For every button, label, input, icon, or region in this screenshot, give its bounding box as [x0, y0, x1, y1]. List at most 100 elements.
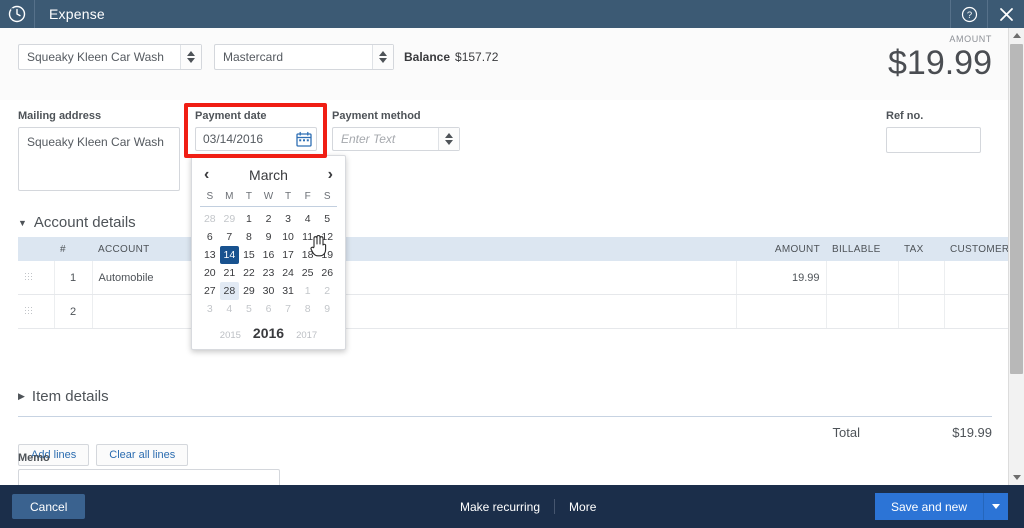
- row-tax-cell[interactable]: [898, 261, 944, 295]
- save-split-button: Save and new: [875, 493, 1008, 520]
- payment-method-group: Payment method Enter Text: [332, 110, 460, 151]
- calendar-day[interactable]: 18: [298, 246, 318, 264]
- vertical-scrollbar[interactable]: [1008, 28, 1024, 485]
- calendar-icon[interactable]: [296, 131, 312, 147]
- calendar-day[interactable]: 8: [239, 228, 259, 246]
- save-dropdown-button[interactable]: [984, 493, 1008, 520]
- payment-method-select-arrows[interactable]: [438, 128, 459, 150]
- row-billable-cell[interactable]: [826, 295, 898, 329]
- date-picker-popup[interactable]: ‹ March › S M T W T F S 2829123456789101…: [191, 155, 346, 350]
- calendar-day[interactable]: 2: [259, 210, 279, 228]
- dow-tue: T: [239, 188, 259, 206]
- year-prev-button[interactable]: 2015: [220, 330, 241, 341]
- date-picker-year-row: 2015 2016 2017: [192, 325, 345, 343]
- bank-account-select[interactable]: Mastercard: [214, 44, 394, 70]
- calendar-day[interactable]: 29: [220, 210, 240, 228]
- next-month-button[interactable]: ›: [328, 167, 333, 183]
- calendar-day[interactable]: 3: [278, 210, 298, 228]
- save-and-new-button[interactable]: Save and new: [875, 493, 984, 520]
- col-billable: BILLABLE: [826, 237, 898, 261]
- year-current[interactable]: 2016: [253, 325, 284, 341]
- calendar-day[interactable]: 19: [317, 246, 337, 264]
- cancel-button[interactable]: Cancel: [12, 494, 85, 519]
- date-picker-day-grid[interactable]: 2829123456789101112131415161718192021222…: [192, 210, 345, 318]
- calendar-day[interactable]: 28: [220, 282, 240, 300]
- row-drag-handle[interactable]: [18, 295, 54, 329]
- calendar-day[interactable]: 28: [200, 210, 220, 228]
- more-button[interactable]: More: [555, 500, 610, 514]
- calendar-day[interactable]: 11: [298, 228, 318, 246]
- calendar-day[interactable]: 8: [298, 300, 318, 318]
- calendar-day[interactable]: 31: [278, 282, 298, 300]
- calendar-day[interactable]: 7: [220, 228, 240, 246]
- calendar-day[interactable]: 24: [278, 264, 298, 282]
- table-row[interactable]: 2: [18, 295, 1024, 329]
- calendar-day[interactable]: 20: [200, 264, 220, 282]
- calendar-day[interactable]: 1: [239, 210, 259, 228]
- calendar-day[interactable]: 1: [298, 282, 318, 300]
- calendar-day[interactable]: 4: [298, 210, 318, 228]
- calendar-day[interactable]: 17: [278, 246, 298, 264]
- calendar-day[interactable]: 5: [317, 210, 337, 228]
- payment-method-select-value: Enter Text: [333, 128, 438, 150]
- amount-value: $19.99: [888, 44, 992, 82]
- row-billable-cell[interactable]: [826, 261, 898, 295]
- account-details-table: # ACCOUNT AMOUNT BILLABLE TAX CUSTOMER 1…: [18, 237, 1024, 329]
- year-next-button[interactable]: 2017: [296, 330, 317, 341]
- calendar-day[interactable]: 21: [220, 264, 240, 282]
- table-row[interactable]: 1 Automobile 19.99: [18, 261, 1024, 295]
- calendar-day[interactable]: 12: [317, 228, 337, 246]
- calendar-day[interactable]: 9: [259, 228, 279, 246]
- calendar-day[interactable]: 5: [239, 300, 259, 318]
- calendar-day[interactable]: 16: [259, 246, 279, 264]
- col-num: #: [54, 237, 92, 261]
- calendar-day[interactable]: 23: [259, 264, 279, 282]
- scroll-up-arrow-icon[interactable]: [1009, 28, 1024, 43]
- row-description-cell[interactable]: [284, 261, 736, 295]
- calendar-day[interactable]: 22: [239, 264, 259, 282]
- dow-sun: S: [200, 188, 220, 206]
- calendar-day[interactable]: 10: [278, 228, 298, 246]
- calendar-day[interactable]: 27: [200, 282, 220, 300]
- row-amount-cell[interactable]: [736, 295, 826, 329]
- updown-arrows-icon: [445, 133, 453, 145]
- close-x-icon[interactable]: [987, 0, 1024, 28]
- calendar-day[interactable]: 25: [298, 264, 318, 282]
- row-amount-cell[interactable]: 19.99: [736, 261, 826, 295]
- scrollbar-thumb[interactable]: [1010, 44, 1023, 374]
- calendar-day[interactable]: 2: [317, 282, 337, 300]
- calendar-day[interactable]: 7: [278, 300, 298, 318]
- help-circle-icon[interactable]: ?: [950, 0, 987, 28]
- balance-label: Balance: [404, 50, 450, 64]
- calendar-day[interactable]: 4: [220, 300, 240, 318]
- footer-toolbar: Cancel Make recurring More Save and new: [0, 485, 1024, 528]
- calendar-day[interactable]: 6: [200, 228, 220, 246]
- calendar-day[interactable]: 26: [317, 264, 337, 282]
- calendar-day[interactable]: 29: [239, 282, 259, 300]
- prev-month-button[interactable]: ‹: [204, 167, 209, 183]
- payment-method-select[interactable]: Enter Text: [332, 127, 460, 151]
- make-recurring-button[interactable]: Make recurring: [446, 500, 554, 514]
- ref-no-input[interactable]: [886, 127, 981, 153]
- col-amount: AMOUNT: [736, 237, 826, 261]
- row-description-cell[interactable]: [284, 295, 736, 329]
- scroll-down-arrow-icon[interactable]: [1009, 470, 1024, 485]
- mailing-address-input[interactable]: Squeaky Kleen Car Wash: [18, 127, 180, 191]
- row-tax-cell[interactable]: [898, 295, 944, 329]
- bank-account-select-arrows[interactable]: [372, 45, 393, 69]
- vendor-select-arrows[interactable]: [180, 45, 201, 69]
- account-details-section-header[interactable]: ▼ Account details: [18, 214, 136, 231]
- calendar-day[interactable]: 9: [317, 300, 337, 318]
- calendar-day[interactable]: 6: [259, 300, 279, 318]
- calendar-day[interactable]: 13: [200, 246, 220, 264]
- calendar-day[interactable]: 3: [200, 300, 220, 318]
- mailing-address-group: Mailing address Squeaky Kleen Car Wash: [18, 110, 180, 191]
- calendar-day[interactable]: 15: [239, 246, 259, 264]
- item-details-section-header[interactable]: ▶ Item details: [18, 388, 109, 405]
- dow-wed: W: [259, 188, 279, 206]
- calendar-day[interactable]: 14: [220, 246, 240, 264]
- calendar-day[interactable]: 30: [259, 282, 279, 300]
- vendor-select[interactable]: Squeaky Kleen Car Wash: [18, 44, 202, 70]
- row-drag-handle[interactable]: [18, 261, 54, 295]
- total-row: Total $19.99: [700, 425, 992, 440]
